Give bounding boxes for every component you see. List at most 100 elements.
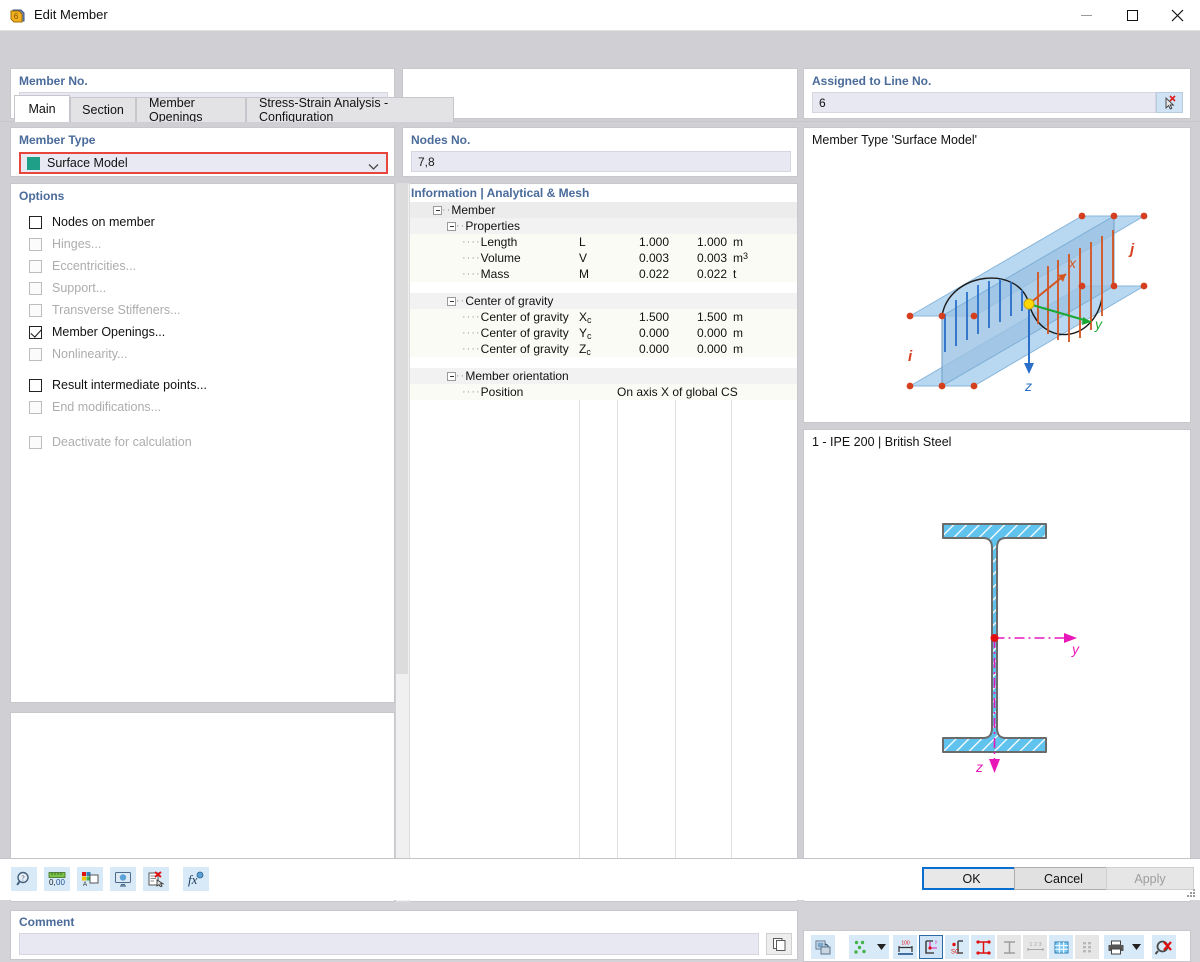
units-ruler-icon[interactable]: 0, 00 — [44, 867, 70, 891]
option-label: Nodes on member — [52, 215, 155, 229]
option-deactivate-for-calculation: Deactivate for calculation — [29, 433, 192, 451]
title-bar: 6 Edit Member — [0, 0, 1200, 31]
cancel-button[interactable]: Cancel — [1014, 867, 1113, 890]
function-formula-icon[interactable]: fx — [183, 867, 209, 891]
svg-text:0,: 0, — [49, 878, 56, 887]
options-panel: Options Nodes on member Hinges... Eccent… — [10, 183, 395, 703]
collapse-icon[interactable] — [433, 205, 442, 215]
member-type-color-swatch — [27, 156, 40, 170]
clear-selection-icon[interactable] — [1152, 935, 1176, 959]
tree-row-length: ···· Length L 1.000 1.000 m — [403, 234, 797, 250]
option-result-intermediate-points[interactable]: Result intermediate points... — [29, 376, 207, 394]
tree-row-cog-zc: ···· Center of gravity Zc 0.000 0.000 m — [403, 341, 797, 357]
numbering-icon: 1 2 3 — [1023, 935, 1047, 959]
option-label: Member Openings... — [52, 325, 166, 339]
tab-member-openings[interactable]: Member Openings — [136, 96, 246, 124]
tab-bar: Main Section Member Openings Stress-Stra… — [0, 94, 1200, 124]
section-outline-icon — [997, 935, 1021, 959]
axis-z-label: z — [975, 759, 983, 775]
comment-label: Comment — [19, 915, 75, 929]
tab-section[interactable]: Section — [70, 97, 136, 122]
svg-text:fx: fx — [188, 872, 198, 887]
checkbox-icon[interactable] — [29, 215, 42, 229]
tab-stress-strain-analysis-configuration[interactable]: Stress-Strain Analysis - Configuration — [246, 96, 454, 124]
node-points-icon[interactable] — [849, 935, 873, 959]
window-title: Edit Member — [34, 7, 108, 22]
close-button[interactable] — [1155, 0, 1200, 31]
model-preview-caption: Member Type 'Surface Model' — [812, 133, 978, 147]
checkbox-icon — [29, 281, 42, 295]
comment-input[interactable] — [19, 933, 759, 955]
copy-pages-icon[interactable] — [766, 933, 792, 955]
ok-button[interactable]: OK — [922, 867, 1021, 890]
option-hinges: Hinges... — [29, 235, 101, 253]
help-search-icon[interactable]: ? — [11, 867, 37, 891]
maximize-button[interactable] — [1109, 0, 1155, 31]
option-label: Transverse Stiffeners... — [52, 303, 181, 317]
node-j-label: j — [1128, 241, 1135, 258]
information-tree[interactable]: ·· Member ·· Properties ···· Length L 1.… — [403, 202, 797, 861]
section-preview-caption: 1 - IPE 200 | British Steel — [812, 435, 952, 449]
collapse-icon[interactable] — [447, 221, 456, 231]
visibility-monitor-icon[interactable] — [110, 867, 136, 891]
dropdown-arrow-icon[interactable] — [873, 935, 889, 959]
tree-row-position: ···· Position On axis X of global CS — [403, 384, 797, 400]
tree-row-member[interactable]: ·· Member — [403, 202, 797, 218]
comment-panel: Comment — [10, 910, 798, 960]
option-label: End modifications... — [52, 400, 162, 414]
mesh-icon[interactable] — [1075, 935, 1099, 959]
stress-points-icon[interactable] — [971, 935, 995, 959]
edit-member-dialog: 6 Edit Member Member No. 6 Assigned to L… — [0, 0, 1200, 962]
svg-text:SC: SC — [951, 949, 960, 955]
nodes-no-label: Nodes No. — [411, 133, 471, 147]
clear-results-icon[interactable] — [143, 867, 169, 891]
information-title: Information | Analytical & Mesh — [411, 186, 590, 200]
grid-icon[interactable] — [1049, 935, 1073, 959]
tab-main[interactable]: Main — [14, 95, 70, 122]
checkbox-icon — [29, 400, 42, 414]
member-type-value: Surface Model — [47, 156, 128, 170]
option-nodes-on-member[interactable]: Nodes on member — [29, 213, 155, 231]
scrollbar-thumb[interactable] — [396, 184, 408, 674]
tree-row-center-of-gravity-group[interactable]: ·· Center of gravity — [403, 293, 797, 309]
collapse-icon[interactable] — [447, 296, 456, 306]
print-icon[interactable] — [1104, 935, 1128, 959]
tree-spacer — [403, 357, 797, 368]
svg-text:y: y — [1094, 316, 1103, 332]
chevron-down-icon — [368, 160, 379, 174]
option-label: Nonlinearity... — [52, 347, 128, 361]
apply-button: Apply — [1106, 867, 1194, 890]
section-toolbar: 100 y SC 1 2 3 — [803, 930, 1191, 962]
checkbox-icon[interactable] — [29, 378, 42, 392]
nodes-no-input[interactable]: 7,8 — [411, 151, 791, 172]
information-scrollbar[interactable] — [396, 183, 410, 902]
ipe-section-diagram: y z — [942, 523, 1080, 775]
minimize-button[interactable] — [1063, 0, 1109, 31]
tree-row-member-orientation[interactable]: ·· Member orientation — [403, 368, 797, 384]
option-member-openings[interactable]: Member Openings... — [29, 323, 165, 341]
display-properties-icon[interactable]: A — [77, 867, 103, 891]
principal-axes-icon[interactable]: y — [919, 935, 943, 959]
checkbox-checked-icon[interactable] — [29, 325, 42, 339]
render-toggle-icon[interactable] — [811, 935, 835, 959]
dimensions-icon[interactable]: 100 — [893, 935, 917, 959]
svg-text:?: ? — [21, 875, 24, 883]
dropdown-arrow-icon[interactable] — [1128, 935, 1144, 959]
tree-row-properties[interactable]: ·· Properties — [403, 218, 797, 234]
option-label: Deactivate for calculation — [52, 435, 192, 449]
tree-row-cog-xc: ···· Center of gravity Xc 1.500 1.500 m — [403, 309, 797, 325]
model-preview-panel: Member Type 'Surface Model' x y z i j — [803, 127, 1191, 423]
shear-center-icon[interactable]: SC — [945, 935, 969, 959]
collapse-icon[interactable] — [447, 371, 456, 381]
member-type-dropdown[interactable]: Surface Model — [19, 152, 388, 174]
member-no-label: Member No. — [19, 74, 88, 88]
checkbox-icon — [29, 435, 42, 449]
tree-spacer — [403, 282, 797, 293]
option-nonlinearity: Nonlinearity... — [29, 345, 128, 363]
svg-text:y: y — [935, 939, 938, 944]
svg-text:6: 6 — [14, 12, 19, 21]
checkbox-icon — [29, 237, 42, 251]
member-type-panel: Member Type Surface Model — [10, 127, 395, 177]
option-label: Support... — [52, 281, 107, 295]
axis-y-label: y — [1071, 641, 1080, 657]
